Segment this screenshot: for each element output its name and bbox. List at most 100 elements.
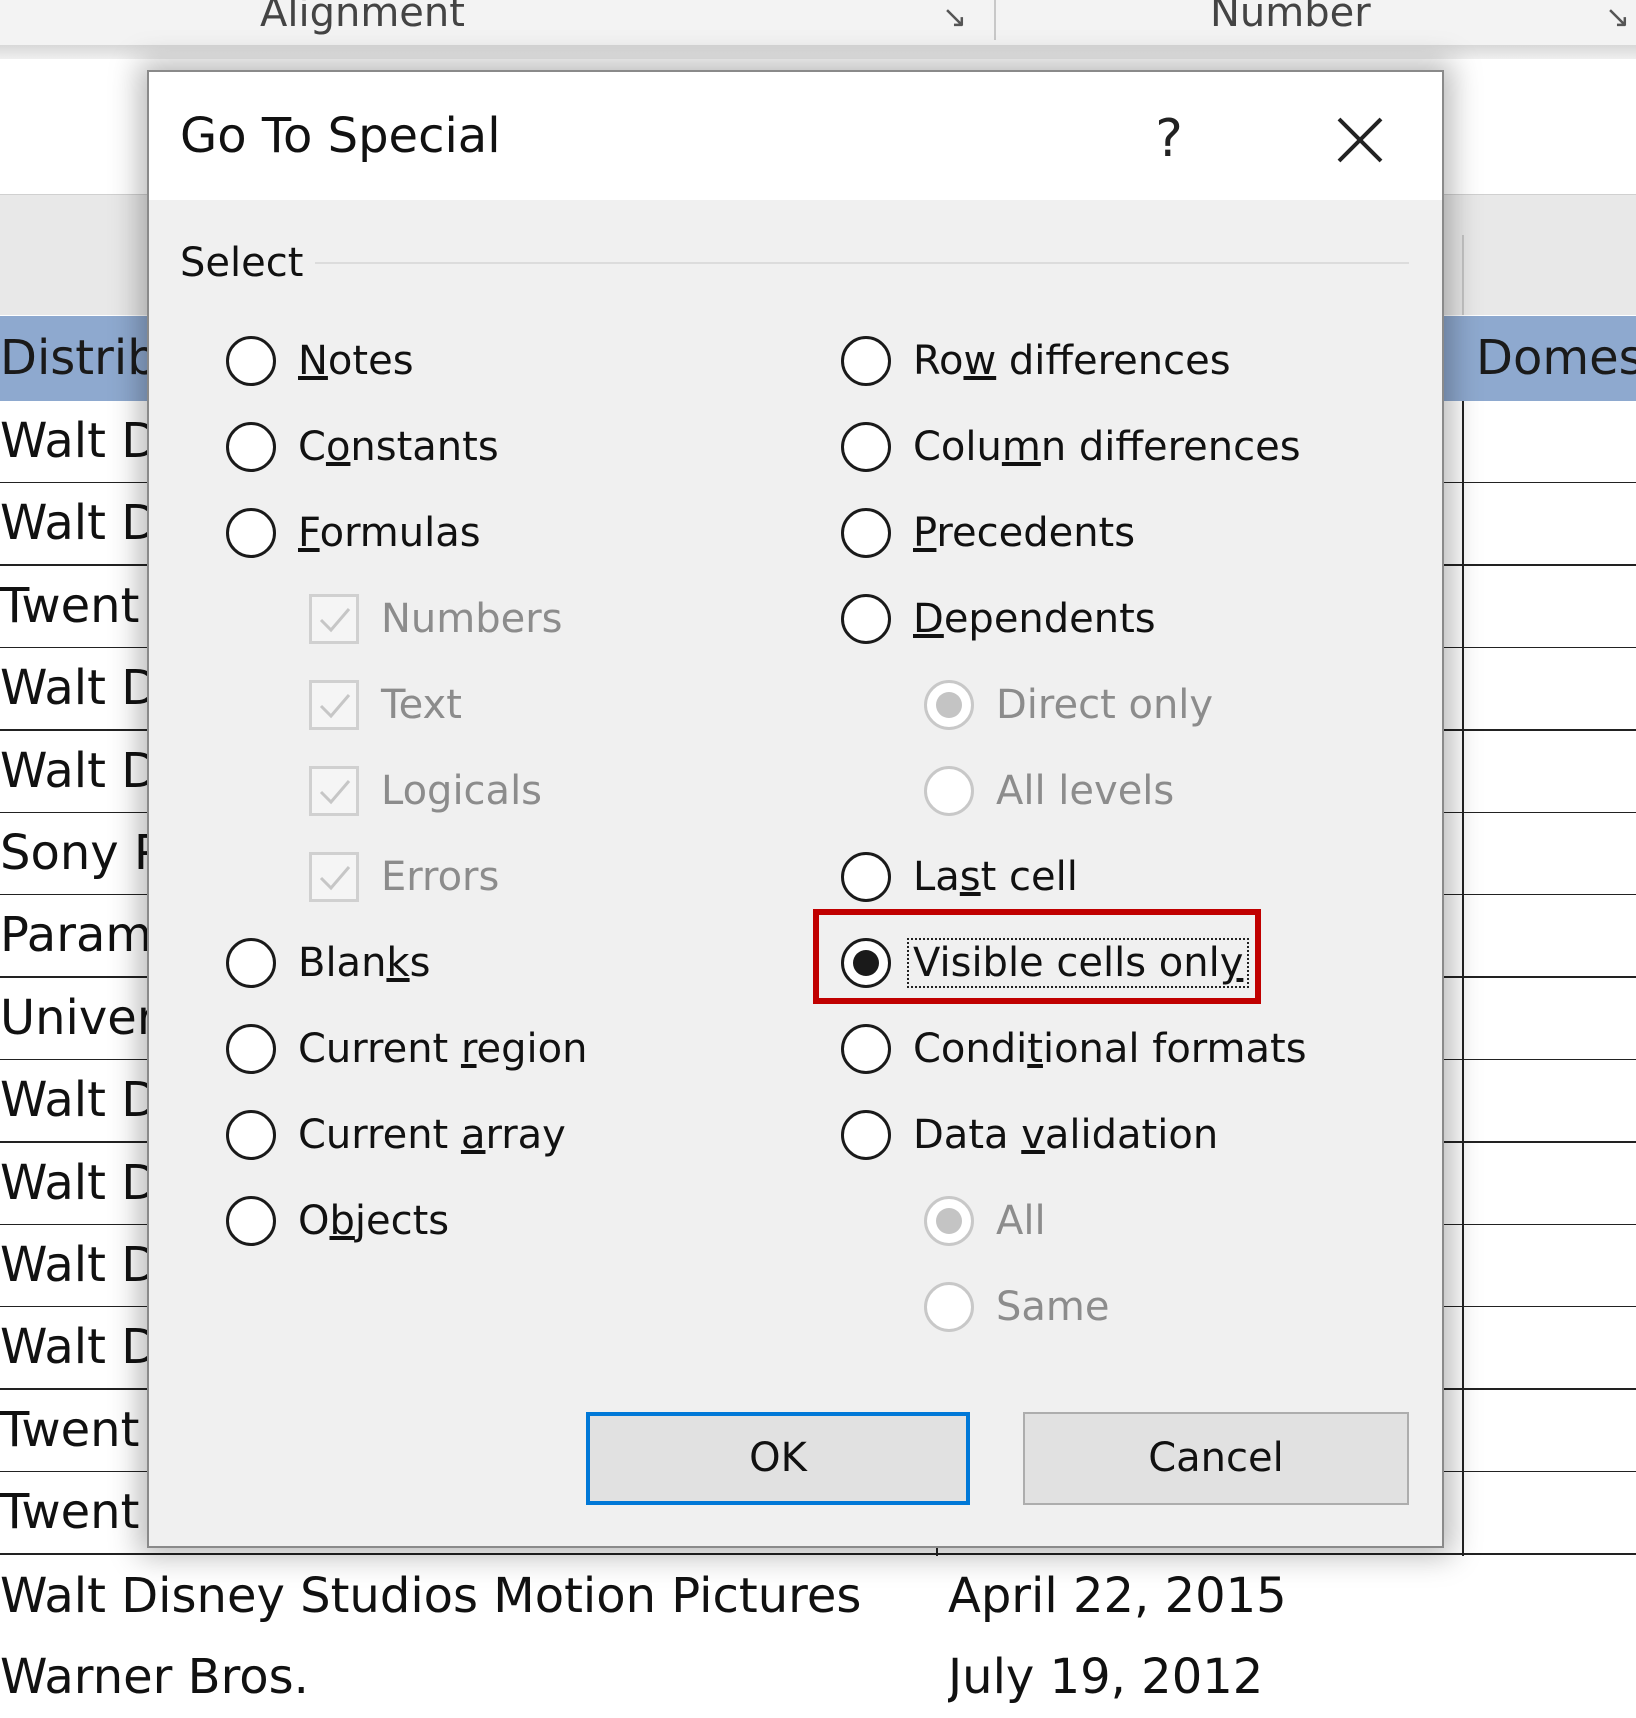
cell-distributor[interactable]: Twent: [0, 566, 170, 647]
cell-release-date[interactable]: July 19, 2012: [948, 1637, 1263, 1718]
check-errors[interactable]: Errors: [309, 847, 499, 907]
cell-distributor[interactable]: Twent: [0, 1390, 170, 1471]
option-label: Column differences: [913, 424, 1301, 470]
check-text[interactable]: Text: [309, 675, 462, 735]
option-label: Formulas: [298, 510, 481, 556]
option-last-cell[interactable]: Last cell: [841, 847, 1078, 907]
radio-button[interactable]: [226, 1110, 276, 1160]
cell-distributor[interactable]: Walt D: [0, 1307, 170, 1388]
option-validation-all[interactable]: All: [924, 1191, 1046, 1251]
option-conditional-formats[interactable]: Conditional formats: [841, 1019, 1307, 1079]
option-current-region[interactable]: Current region: [226, 1019, 587, 1079]
option-label: Current array: [298, 1112, 566, 1158]
check-logicals[interactable]: Logicals: [309, 761, 542, 821]
radio-button[interactable]: [841, 508, 891, 558]
radio-button[interactable]: [226, 1024, 276, 1074]
option-column-differences[interactable]: Column differences: [841, 417, 1301, 477]
option-label: Dependents: [913, 596, 1156, 642]
cell-distributor[interactable]: Walt D: [0, 648, 170, 729]
cell-distributor[interactable]: Walt D: [0, 1225, 170, 1306]
check-numbers[interactable]: Numbers: [309, 589, 563, 649]
check-label: Text: [381, 682, 462, 728]
radio-button[interactable]: [226, 422, 276, 472]
table-row: Walt Disney Studios Motion Pictures Apri…: [0, 1556, 1636, 1639]
option-label: Objects: [298, 1198, 450, 1244]
option-direct-only[interactable]: Direct only: [924, 675, 1213, 735]
cell-distributor[interactable]: Walt D: [0, 1143, 170, 1224]
number-group-label: Number: [1210, 0, 1371, 36]
option-label: Notes: [298, 338, 414, 384]
header-domestic[interactable]: Domes: [1476, 316, 1636, 401]
option-all-levels[interactable]: All levels: [924, 761, 1174, 821]
option-label: Conditional formats: [913, 1026, 1307, 1072]
select-group-label: Select: [180, 240, 304, 286]
radio-button[interactable]: [841, 1024, 891, 1074]
ribbon-border: [0, 45, 1636, 59]
cell-distributor[interactable]: Param: [0, 895, 170, 976]
option-precedents[interactable]: Precedents: [841, 503, 1135, 563]
option-dependents[interactable]: Dependents: [841, 589, 1156, 649]
radio-button[interactable]: [226, 938, 276, 988]
option-constants[interactable]: Constants: [226, 417, 499, 477]
header-distributor[interactable]: Distrib: [0, 316, 170, 401]
option-objects[interactable]: Objects: [226, 1191, 449, 1251]
cell-distributor[interactable]: Warner Bros.: [0, 1637, 309, 1718]
option-validation-same[interactable]: Same: [924, 1277, 1109, 1337]
checkbox[interactable]: [309, 852, 359, 902]
radio-button[interactable]: [226, 1196, 276, 1246]
radio-button[interactable]: [841, 594, 891, 644]
radio-button[interactable]: [841, 1110, 891, 1160]
checkbox[interactable]: [309, 594, 359, 644]
checkmark-icon: [319, 780, 351, 805]
help-button[interactable]: ?: [1124, 94, 1214, 184]
checkbox[interactable]: [309, 766, 359, 816]
radio-button[interactable]: [226, 508, 276, 558]
option-label: Same: [996, 1284, 1110, 1330]
annotation-highlight-box: [813, 909, 1261, 1004]
option-label: Data validation: [913, 1112, 1219, 1158]
option-label: Constants: [298, 424, 499, 470]
radio-button[interactable]: [924, 1196, 974, 1246]
alignment-dialog-launcher-icon[interactable]: ↘: [942, 0, 967, 35]
cell-distributor[interactable]: Walt Disney Studios Motion Pictures: [0, 1556, 861, 1637]
option-data-validation[interactable]: Data validation: [841, 1105, 1218, 1165]
close-button[interactable]: [1309, 94, 1409, 184]
checkbox[interactable]: [309, 680, 359, 730]
cell-distributor[interactable]: Walt D: [0, 731, 170, 812]
cell-distributor[interactable]: Walt D: [0, 401, 170, 482]
option-label: Direct only: [996, 682, 1214, 728]
radio-button[interactable]: [924, 1282, 974, 1332]
dialog-titlebar: Go To Special ?: [149, 72, 1442, 200]
radio-button[interactable]: [841, 852, 891, 902]
cell-distributor[interactable]: Sony P: [0, 813, 170, 894]
option-formulas[interactable]: Formulas: [226, 503, 481, 563]
cancel-button[interactable]: Cancel: [1023, 1412, 1409, 1505]
check-label: Numbers: [381, 596, 563, 642]
cell-distributor[interactable]: Twent: [0, 1472, 170, 1553]
option-blanks[interactable]: Blanks: [226, 933, 430, 993]
cell-distributor[interactable]: Walt D: [0, 1060, 170, 1141]
cell-distributor[interactable]: Walt D: [0, 483, 170, 564]
radio-button[interactable]: [841, 422, 891, 472]
cell-release-date[interactable]: April 22, 2015: [948, 1556, 1287, 1637]
option-notes[interactable]: Notes: [226, 331, 414, 391]
go-to-special-dialog: Go To Special ? Select Notes Constants F…: [147, 70, 1444, 1548]
option-current-array[interactable]: Current array: [226, 1105, 566, 1165]
option-label: Row differences: [913, 338, 1231, 384]
option-label: All: [996, 1198, 1046, 1244]
number-dialog-launcher-icon[interactable]: ↘: [1605, 0, 1630, 35]
radio-button[interactable]: [924, 766, 974, 816]
radio-button[interactable]: [924, 680, 974, 730]
check-label: Logicals: [381, 768, 543, 814]
radio-button[interactable]: [226, 336, 276, 386]
table-row: Warner Bros. July 19, 2012: [0, 1637, 1636, 1718]
radio-button[interactable]: [841, 336, 891, 386]
dialog-title: Go To Special: [180, 108, 501, 164]
option-label: Current region: [298, 1026, 588, 1072]
grid-line: [1462, 401, 1464, 1715]
checkmark-icon: [319, 608, 351, 633]
cell-distributor[interactable]: Univer: [0, 978, 170, 1059]
option-row-differences[interactable]: Row differences: [841, 331, 1231, 391]
ok-button[interactable]: OK: [586, 1412, 970, 1505]
checkmark-icon: [319, 694, 351, 719]
